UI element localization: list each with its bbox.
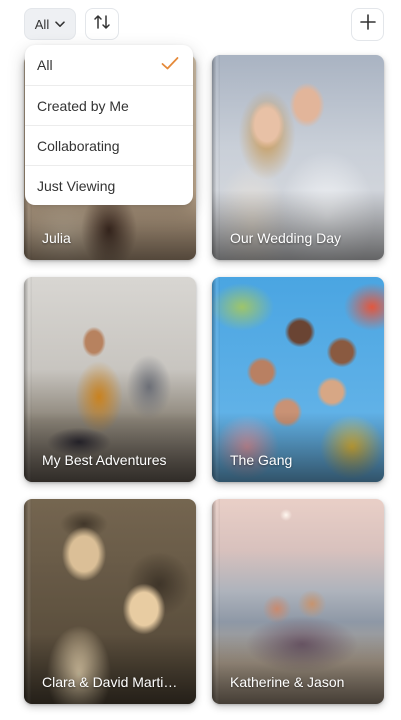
filter-dropdown-button[interactable]: All (24, 8, 76, 40)
filter-option-label: Collaborating (37, 137, 120, 154)
filter-option-label: Created by Me (37, 97, 129, 114)
toolbar: All (0, 0, 401, 48)
filter-option-label: All (37, 57, 53, 73)
chevron-down-icon (55, 20, 65, 28)
cover-gradient (24, 634, 196, 704)
album-title: Katherine & Jason (230, 674, 345, 690)
cover-gradient (212, 190, 384, 260)
cover-gradient (212, 634, 384, 704)
filter-label: All (34, 16, 50, 32)
sort-button[interactable] (85, 8, 119, 40)
checkmark-icon (161, 57, 179, 74)
filter-option-just-viewing[interactable]: Just Viewing (25, 165, 193, 205)
album-title: My Best Adventures (42, 452, 167, 468)
album-card-our-wedding-day[interactable]: Our Wedding Day (212, 55, 384, 260)
album-title: Clara & David Marti… (42, 674, 178, 690)
album-card-the-gang[interactable]: The Gang (212, 277, 384, 482)
album-title: Julia (42, 230, 71, 246)
sort-arrows-icon (93, 13, 111, 36)
filter-option-created-by-me[interactable]: Created by Me (25, 85, 193, 125)
add-album-button[interactable] (351, 8, 384, 41)
album-title: Our Wedding Day (230, 230, 342, 246)
filter-dropdown-menu: All Created by Me Collaborating Just Vie… (25, 45, 193, 205)
album-card-katherine-jason[interactable]: Katherine & Jason (212, 499, 384, 704)
album-title: The Gang (230, 452, 293, 468)
cover-gradient (212, 412, 384, 482)
filter-option-all[interactable]: All (25, 45, 193, 85)
filter-option-label: Just Viewing (37, 177, 116, 194)
album-card-my-best-adventures[interactable]: My Best Adventures (24, 277, 196, 482)
cover-gradient (24, 412, 196, 482)
plus-icon (359, 13, 377, 36)
filter-option-collaborating[interactable]: Collaborating (25, 125, 193, 165)
album-card-clara-david[interactable]: Clara & David Marti… (24, 499, 196, 704)
